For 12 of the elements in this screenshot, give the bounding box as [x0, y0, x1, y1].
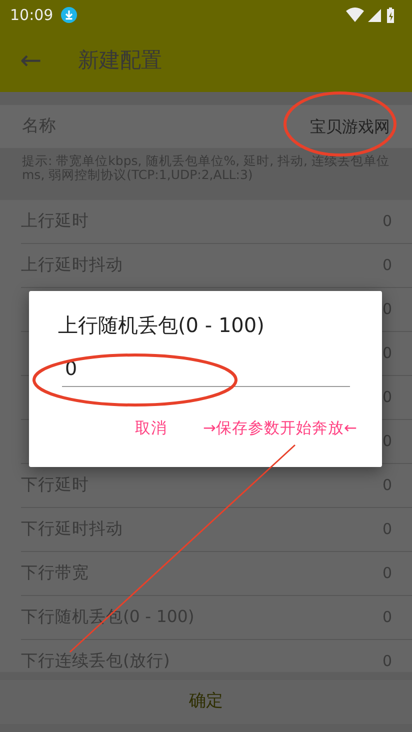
back-button[interactable]: ←	[20, 48, 42, 74]
name-value[interactable]: 宝贝游戏网	[310, 114, 390, 138]
dialog-button[interactable]: →保存参数开始奔放←	[203, 416, 357, 440]
confirm-button[interactable]: 确定	[183, 688, 229, 716]
screen-title: 新建配置	[78, 47, 162, 74]
dialog-button[interactable]: 取消	[135, 416, 168, 440]
status-time: 10:09	[10, 4, 54, 26]
signal-icon	[368, 9, 381, 22]
wifi-icon	[346, 8, 364, 22]
battery-icon	[387, 8, 394, 23]
dialog-title: 上行随机丢包(0 - 100)	[58, 313, 266, 337]
download-icon	[61, 7, 78, 23]
